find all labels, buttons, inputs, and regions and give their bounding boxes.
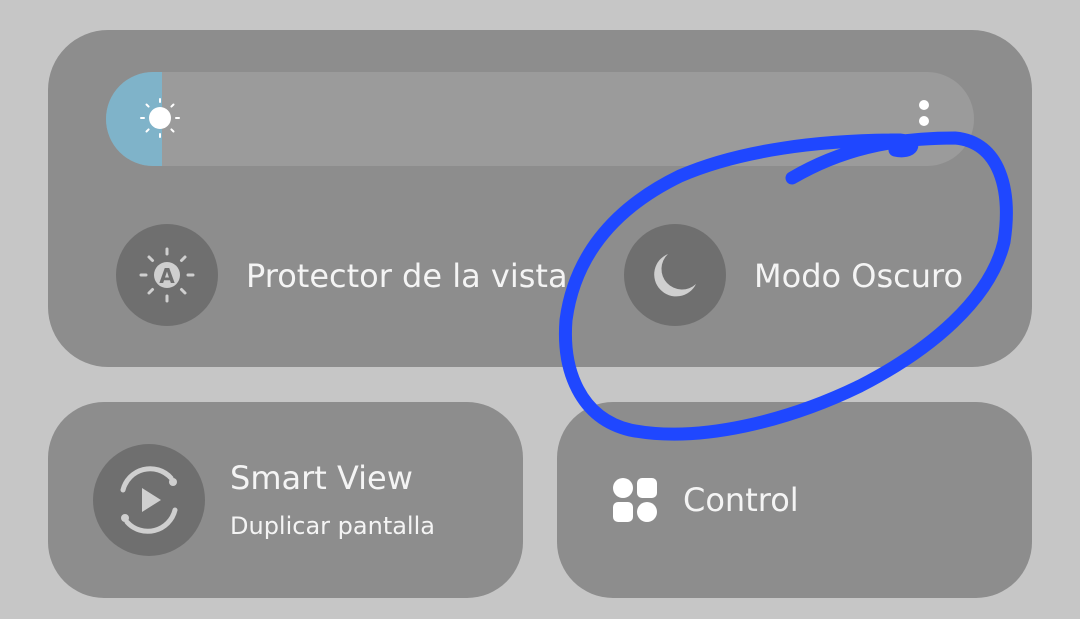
- eye-comfort-sun-a-icon: A: [139, 247, 195, 303]
- eye-comfort-button[interactable]: A: [116, 224, 218, 326]
- smart-view-subtitle: Duplicar pantalla: [230, 512, 435, 540]
- brightness-slider[interactable]: [106, 72, 974, 166]
- more-vertical-icon[interactable]: [916, 98, 932, 138]
- control-label: Control: [683, 481, 799, 519]
- moon-icon: [654, 254, 696, 297]
- dark-mode-label: Modo Oscuro: [754, 257, 964, 295]
- dark-mode-button[interactable]: [624, 224, 726, 326]
- smart-view-tile[interactable]: Smart View Duplicar pantalla: [48, 402, 523, 598]
- eye-comfort-label: Protector de la vista: [246, 257, 568, 295]
- sun-icon: [140, 98, 180, 138]
- eye-comfort-toggle[interactable]: A Protector de la vista: [116, 224, 568, 326]
- smart-view-title: Smart View: [230, 459, 413, 497]
- four-squares-icon: [613, 478, 657, 522]
- smart-view-play-icon: [120, 466, 178, 534]
- smart-view-button[interactable]: [93, 444, 205, 556]
- dark-mode-toggle[interactable]: Modo Oscuro: [624, 224, 974, 326]
- control-tile[interactable]: Control: [557, 402, 1032, 598]
- svg-text:A: A: [159, 264, 175, 288]
